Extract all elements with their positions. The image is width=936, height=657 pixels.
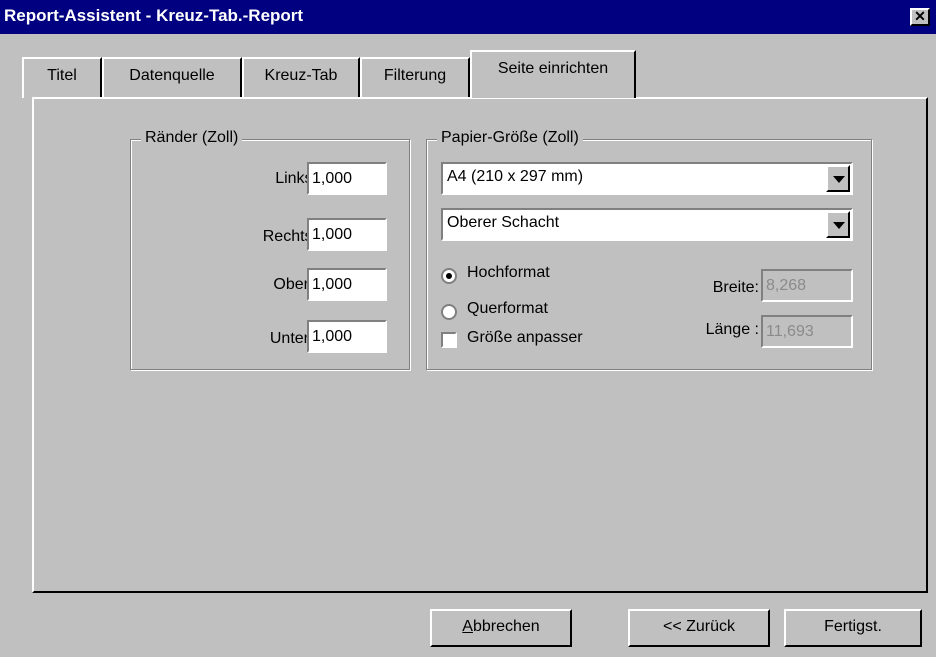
close-icon[interactable]: ✕ bbox=[910, 8, 930, 26]
cancel-label: bbrechen bbox=[472, 618, 540, 635]
paper-size-group: Papier-Größe (Zoll) A4 (210 x 297 mm) Ob… bbox=[426, 129, 872, 370]
window-title: Report-Assistent - Kreuz-Tab.-Report bbox=[4, 6, 304, 25]
chevron-down-icon[interactable] bbox=[826, 165, 850, 192]
tab-datenquelle[interactable]: Datenquelle bbox=[102, 57, 242, 98]
width-field: 8,268 bbox=[761, 269, 853, 302]
paper-size-select[interactable]: A4 (210 x 297 mm) bbox=[441, 162, 853, 195]
paper-source-value: Oberer Schacht bbox=[447, 214, 560, 231]
paper-source-select[interactable]: Oberer Schacht bbox=[441, 208, 853, 241]
left-margin-field[interactable]: 1,000 bbox=[307, 162, 387, 195]
margins-group: Ränder (Zoll) Links: 1,000 Rechts: 1,000… bbox=[130, 129, 410, 370]
chevron-down-icon[interactable] bbox=[826, 211, 850, 238]
tab-panel: Ränder (Zoll) Links: 1,000 Rechts: 1,000… bbox=[32, 97, 928, 593]
margins-group-title: Ränder (Zoll) bbox=[141, 129, 243, 147]
length-label: Länge : bbox=[705, 321, 759, 338]
report-wizard-window: Report-Assistent - Kreuz-Tab.-Report ✕ T… bbox=[0, 0, 936, 657]
right-margin-field[interactable]: 1,000 bbox=[307, 218, 387, 251]
fit-size-checkbox[interactable] bbox=[441, 332, 457, 348]
portrait-label[interactable]: Hochformat bbox=[467, 264, 550, 282]
length-field: 11,693 bbox=[761, 315, 853, 348]
cancel-button[interactable]: Abbrechen bbox=[430, 609, 572, 647]
tab-kreuz-tab[interactable]: Kreuz-Tab bbox=[242, 57, 360, 98]
paper-size-group-title: Papier-Größe (Zoll) bbox=[437, 129, 583, 147]
tab-filterung[interactable]: Filterung bbox=[360, 57, 470, 98]
back-button[interactable]: << Zurück bbox=[628, 609, 770, 647]
tab-seite-einrichten[interactable]: Seite einrichten bbox=[470, 50, 636, 98]
bottom-margin-field[interactable]: 1,000 bbox=[307, 320, 387, 353]
tab-titel[interactable]: Titel bbox=[22, 57, 102, 98]
paper-size-value: A4 (210 x 297 mm) bbox=[447, 168, 584, 185]
cancel-mnemonic: A bbox=[462, 618, 473, 635]
portrait-radio[interactable] bbox=[441, 268, 457, 284]
top-margin-field[interactable]: 1,000 bbox=[307, 268, 387, 301]
finish-button[interactable]: Fertigst. bbox=[784, 609, 922, 647]
title-bar[interactable]: Report-Assistent - Kreuz-Tab.-Report ✕ bbox=[0, 0, 936, 34]
landscape-label[interactable]: Querformat bbox=[467, 300, 548, 318]
landscape-radio[interactable] bbox=[441, 304, 457, 320]
width-label: Breite: bbox=[712, 279, 759, 296]
fit-size-label[interactable]: Größe anpasser bbox=[467, 329, 583, 347]
